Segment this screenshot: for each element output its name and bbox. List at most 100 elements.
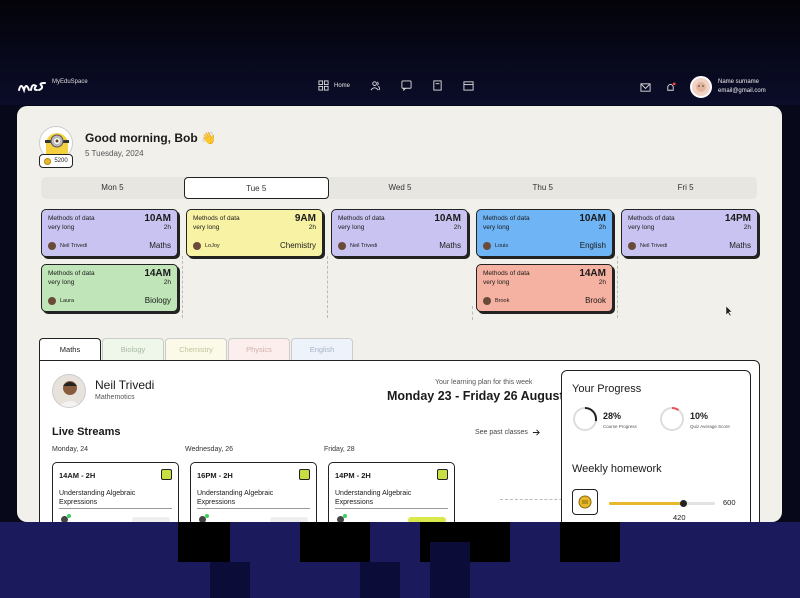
top-nav: MyEduSpace Home Name surname email@gmail…: [0, 70, 800, 106]
day-tab[interactable]: Thu 5: [471, 177, 614, 199]
event-time: 9AM: [294, 213, 316, 224]
quiz-score-label: Quiz Average Score: [690, 424, 730, 429]
teacher-avatar[interactable]: [52, 374, 86, 408]
coin-count: 5200: [54, 158, 68, 164]
event-duration: 2h: [308, 224, 316, 231]
tab-chemistry[interactable]: Chemistry: [165, 338, 227, 360]
plan-label: Your learning plan for this week: [435, 379, 533, 386]
teacher-avatar-icon: [193, 242, 201, 250]
quiz-score-value: 10%: [690, 411, 709, 421]
event-time: 10AM: [144, 213, 171, 224]
day-tab[interactable]: Wed 5: [329, 177, 472, 199]
see-past-classes-link[interactable]: See past classes: [475, 428, 541, 437]
event-teacher: Neil Trivedi: [628, 242, 667, 250]
join-button[interactable]: [132, 517, 170, 522]
slider-knob[interactable]: [680, 500, 688, 507]
face-icon: [696, 82, 706, 92]
join-button[interactable]: [270, 517, 308, 522]
nav-home-label: Home: [334, 82, 351, 89]
coin-balance[interactable]: 5200: [39, 154, 73, 168]
stream-card[interactable]: 14AM - 2H Understanding Algebraic Express…: [52, 462, 179, 522]
homework-coin-icon: [572, 489, 598, 515]
nav-calendar[interactable]: [463, 80, 474, 91]
event-duration: 2h: [163, 279, 171, 286]
teacher-avatar-icon: [338, 242, 346, 250]
event-duration: 2h: [163, 224, 171, 231]
day-tab-active[interactable]: Tue 5: [183, 177, 329, 199]
stream-title: Understanding Algebraic Expressions: [59, 490, 136, 506]
join-button[interactable]: [408, 517, 446, 522]
event-teacher: LoJoy: [193, 242, 220, 250]
calendar-icon: [463, 81, 474, 91]
event-subject: Brook: [585, 296, 606, 305]
divider: [59, 508, 172, 509]
coin-icon: [44, 157, 52, 165]
event-teacher: Neil Trivedi: [48, 242, 87, 250]
notebook-icon: [161, 469, 172, 480]
nav-users[interactable]: [370, 80, 381, 91]
brand-logo[interactable]: [17, 78, 47, 94]
day-tab[interactable]: Fri 5: [614, 177, 757, 199]
schedule-event[interactable]: Methods of data very long 9AM 2h LoJoy Chemis…: [186, 209, 323, 257]
event-duration: 2h: [598, 279, 606, 286]
nav-chat[interactable]: [401, 80, 412, 91]
schedule-event[interactable]: Methods of data very long 14AM 2h Brook Brook: [476, 264, 613, 312]
course-progress-label: Course Progress: [603, 424, 637, 429]
users-icon: [370, 81, 380, 91]
stream-day: Wednesday, 26: [185, 446, 233, 453]
stream-day: Monday, 24: [52, 446, 89, 453]
day-tab[interactable]: Mon 5: [41, 177, 184, 199]
event-time: 10AM: [579, 213, 606, 224]
stream-title: Understanding Algebraic Expressions: [335, 490, 412, 506]
column-divider: [472, 306, 473, 320]
grid-icon: [318, 80, 329, 91]
user-email: email@gmail.com: [718, 88, 766, 94]
event-duration: 2h: [598, 224, 606, 231]
teacher-avatar-icon: [483, 297, 491, 305]
schedule-event[interactable]: Methods of data very long 10AM 2h Neil Trive…: [41, 209, 178, 257]
online-dot: [67, 514, 71, 518]
tab-english[interactable]: English: [291, 338, 353, 360]
bottom-background: [0, 522, 800, 598]
nav-home[interactable]: Home: [318, 80, 350, 91]
event-subject: Chemistry: [279, 241, 316, 250]
event-time: 14AM: [144, 268, 171, 279]
mail-icon[interactable]: [640, 82, 651, 93]
event-subject: Maths: [439, 241, 461, 250]
homework-slider[interactable]: [609, 500, 715, 507]
schedule-event[interactable]: Methods of data very long 10AM 2h Neil Trive…: [331, 209, 468, 257]
notebook-icon: [299, 469, 310, 480]
teacher-avatar-icon: [628, 242, 636, 250]
stream-card[interactable]: 16PM - 2H Understanding Algebraic Express…: [190, 462, 317, 522]
schedule-event[interactable]: Methods of data very long 14PM 2h Neil Trive…: [621, 209, 758, 257]
event-duration: 2h: [453, 224, 461, 231]
tab-physics[interactable]: Physics: [228, 338, 290, 360]
course-progress-value: 28%: [603, 411, 622, 421]
user-info: Name surname email@gmail.com: [718, 78, 766, 96]
teacher-avatar-icon: [48, 297, 56, 305]
column-divider: [182, 256, 183, 318]
stream-card[interactable]: 14PM - 2H Understanding Algebraic Express…: [328, 462, 455, 522]
column-divider: [617, 256, 618, 318]
greeting-title: Good morning, Bob 👋: [85, 131, 216, 145]
event-teacher: Neil Trivedi: [338, 242, 377, 250]
teacher-avatar-icon: [483, 242, 491, 250]
event-teacher: Laura: [48, 297, 74, 305]
column-divider: [327, 256, 328, 318]
cursor-icon: [725, 305, 733, 317]
schedule-event[interactable]: Methods of data very long 14AM 2h Laura Biolo…: [41, 264, 178, 312]
subject-tabs: Maths Biology Chemistry Physics English: [39, 338, 354, 360]
tab-maths[interactable]: Maths: [39, 338, 101, 360]
event-teacher: Louis: [483, 242, 508, 250]
see-past-classes-label: See past classes: [475, 429, 528, 436]
stream-title: Understanding Algebraic Expressions: [197, 490, 274, 506]
user-avatar[interactable]: [690, 76, 712, 98]
tab-biology[interactable]: Biology: [102, 338, 164, 360]
nav-book[interactable]: [432, 80, 443, 91]
schedule-event[interactable]: Methods of data very long 10AM 2h Louis Engli…: [476, 209, 613, 257]
online-dot: [205, 514, 209, 518]
bell-icon[interactable]: [665, 81, 676, 93]
greeting-date: 5 Tuesday, 2024: [85, 149, 144, 158]
book-icon: [433, 80, 442, 91]
event-time: 14PM: [724, 213, 751, 224]
